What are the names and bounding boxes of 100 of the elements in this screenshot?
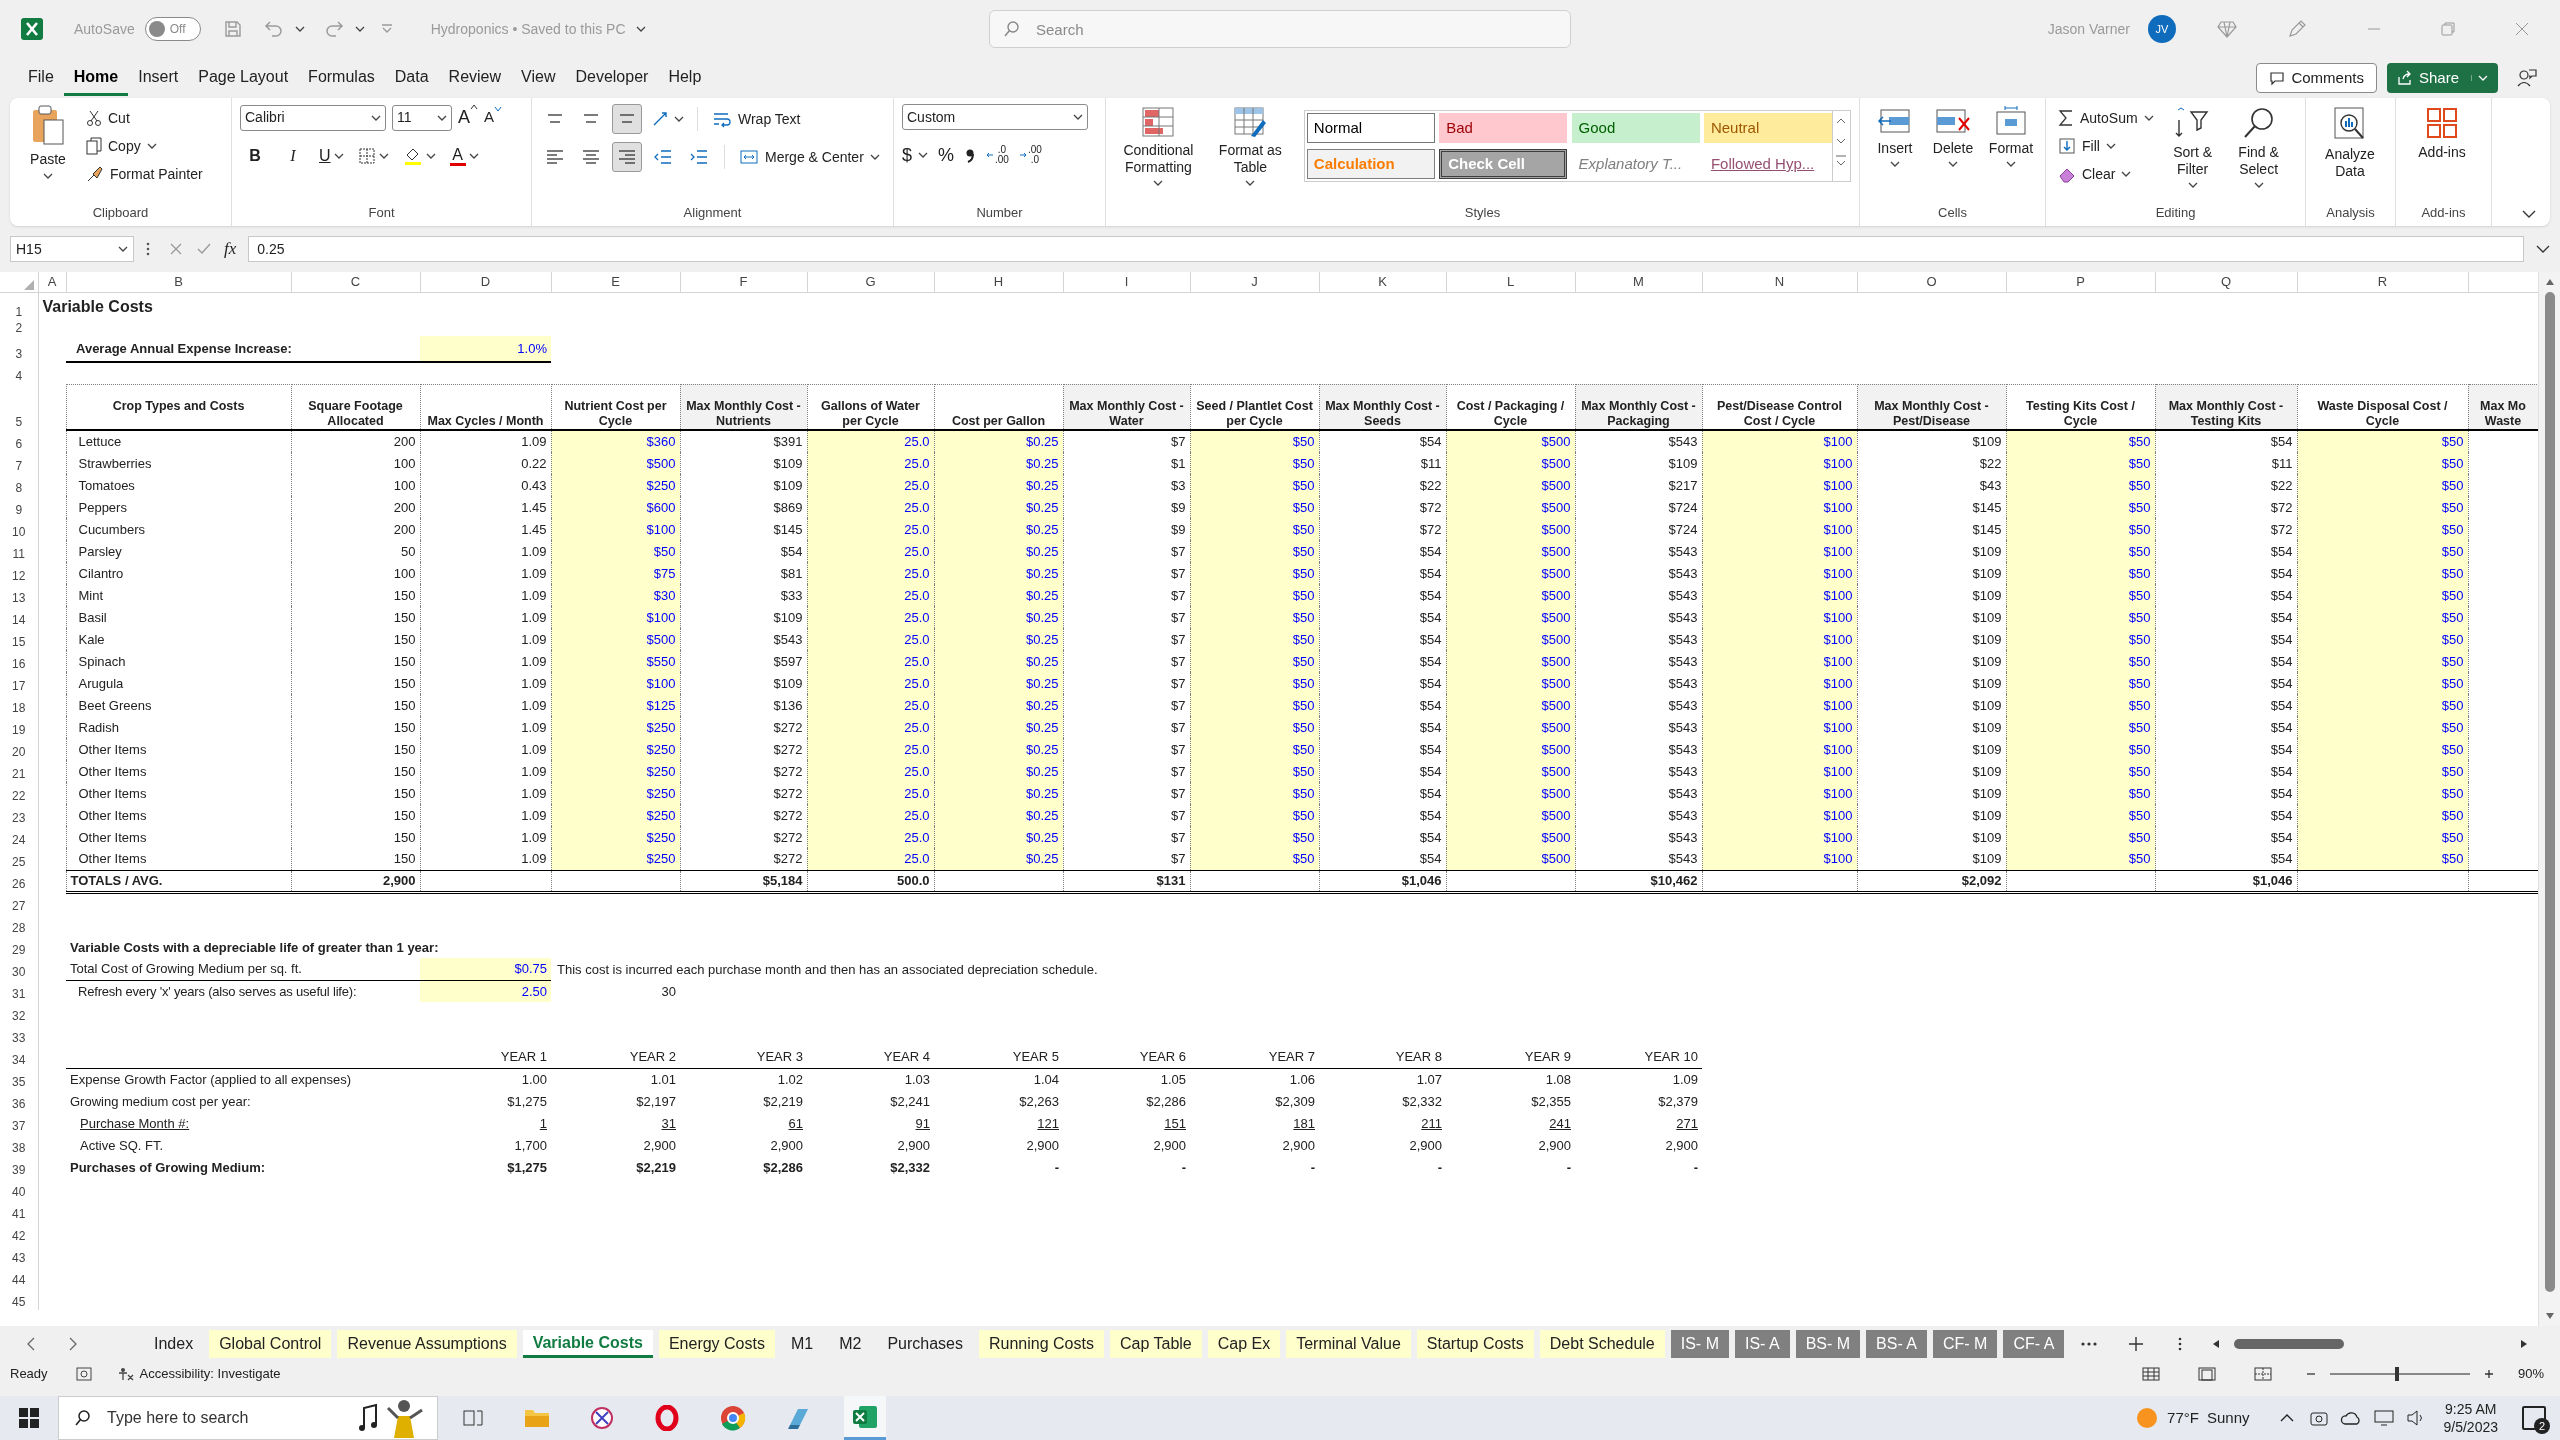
wrap-text-button[interactable]: Wrap Text — [708, 105, 805, 133]
clock[interactable]: 9:25 AM 9/5/2023 — [2443, 1400, 2498, 1436]
column-header[interactable]: I — [1063, 272, 1190, 292]
sheet-tab[interactable]: BS- A — [1866, 1330, 1927, 1358]
cell-style-swatch[interactable]: Neutral — [1703, 113, 1832, 143]
column-header[interactable]: K — [1319, 272, 1446, 292]
column-header[interactable]: M — [1575, 272, 1702, 292]
horizontal-scroll-thumb[interactable] — [2234, 1339, 2345, 1349]
column-header[interactable]: Q — [2155, 272, 2297, 292]
paste-button[interactable]: Paste — [18, 104, 78, 202]
ribbon-tab[interactable]: Page Layout — [188, 60, 299, 96]
ribbon-tab[interactable]: File — [18, 60, 64, 96]
show-hidden-icons-icon[interactable] — [2279, 1414, 2294, 1422]
cut-button[interactable]: Cut — [82, 104, 207, 132]
weather-temperature[interactable]: 77°F — [2167, 1406, 2199, 1430]
add-sheet-icon[interactable] — [2128, 1336, 2145, 1352]
sheet-tab[interactable]: CF- M — [1933, 1330, 1998, 1358]
sheet-tab[interactable]: CF- A — [2003, 1330, 2065, 1358]
column-header[interactable]: E — [551, 272, 680, 292]
bottom-align-button[interactable] — [612, 104, 642, 134]
ribbon-tab[interactable]: View — [511, 60, 566, 96]
ribbon-tab[interactable]: Help — [658, 60, 712, 96]
column-header[interactable]: H — [934, 272, 1063, 292]
decrease-decimal-button[interactable]: .00 .0 — [1018, 140, 1042, 170]
macro-recording-icon[interactable] — [75, 1367, 92, 1381]
ribbon-tab[interactable]: Insert — [128, 60, 189, 96]
user-avatar[interactable]: JV — [2148, 15, 2176, 43]
sheet-tab[interactable]: Variable Costs — [522, 1330, 653, 1358]
chrome-browser-icon[interactable] — [720, 1405, 746, 1431]
column-header[interactable]: N — [1702, 272, 1857, 292]
sheet-tab[interactable]: Terminal Value — [1286, 1330, 1411, 1358]
weather-condition[interactable]: Sunny — [2206, 1406, 2250, 1430]
excel-app-icon[interactable] — [852, 1403, 878, 1430]
analyze-data-button[interactable]: Analyze Data — [2314, 104, 2386, 202]
sheet-tab[interactable]: Startup Costs — [1416, 1330, 1534, 1358]
cell-style-swatch[interactable]: Bad — [1439, 113, 1568, 143]
accessibility-button[interactable]: Accessibility: Investigate — [117, 1364, 281, 1384]
font-name-dropdown[interactable]: Calibri — [240, 104, 386, 131]
column-header[interactable]: P — [2006, 272, 2155, 292]
clear-button[interactable]: Clear — [2054, 160, 2158, 188]
vertical-dots-icon[interactable] — [2178, 1336, 2183, 1352]
ribbon-tab[interactable]: Developer — [565, 60, 659, 96]
column-header[interactable]: D — [420, 272, 551, 292]
find-select-button[interactable]: Find & Select — [2227, 104, 2290, 202]
align-right-button[interactable] — [612, 142, 642, 172]
fill-button[interactable]: Fill — [2054, 132, 2158, 160]
scroll-down-arrow-icon[interactable] — [2544, 1312, 2555, 1320]
zoom-in-icon[interactable] — [2483, 1369, 2494, 1379]
cells-button[interactable]: Delete — [1926, 104, 1980, 202]
page-break-view-icon[interactable] — [2253, 1367, 2272, 1381]
zoom-slider-thumb[interactable] — [2395, 1367, 2400, 1381]
format-painter-button[interactable]: Format Painter — [82, 160, 207, 188]
insert-function-button[interactable]: fx — [224, 236, 237, 262]
sheet-tab[interactable]: Cap Ex — [1207, 1330, 1281, 1358]
font-size-dropdown[interactable]: 11 — [392, 104, 452, 131]
normal-view-icon[interactable] — [2141, 1367, 2160, 1381]
name-box[interactable]: H15 — [10, 236, 134, 262]
camera-icon[interactable] — [2309, 1410, 2328, 1426]
percent-button[interactable]: % — [938, 141, 955, 169]
underline-button[interactable]: U — [316, 141, 347, 171]
sheet-tab[interactable]: Energy Costs — [658, 1330, 775, 1358]
next-sheet-icon[interactable] — [68, 1337, 78, 1351]
ribbon-tab[interactable]: Data — [384, 60, 439, 96]
sheet-tab[interactable]: IS- M — [1670, 1330, 1729, 1358]
column-header[interactable]: A — [38, 272, 66, 292]
sheet-tab[interactable]: Running Costs — [979, 1330, 1104, 1358]
previous-sheet-icon[interactable] — [26, 1337, 36, 1351]
addins-button[interactable]: Add-ins — [2404, 104, 2480, 202]
taskbar-search-field[interactable]: Type here to search — [58, 1396, 438, 1440]
scroll-up-arrow-icon[interactable] — [2544, 278, 2555, 286]
cells-button[interactable]: Format — [1984, 104, 2038, 202]
more-sheets-icon[interactable] — [2080, 1341, 2099, 1347]
ribbon-tab[interactable]: Formulas — [298, 60, 385, 96]
merge-center-button[interactable]: Merge & Center — [735, 143, 884, 171]
column-header[interactable]: G — [807, 272, 934, 292]
zoom-level[interactable]: 90% — [2517, 1364, 2544, 1384]
monitor-icon[interactable] — [2373, 1410, 2394, 1426]
cells-button[interactable]: Insert — [1868, 104, 1922, 202]
sheet-tab[interactable]: Debt Schedule — [1539, 1330, 1665, 1358]
formula-input[interactable]: 0.25 — [248, 236, 2524, 262]
column-header[interactable]: B — [66, 272, 291, 292]
conditional-formatting-button[interactable]: Conditional Formatting — [1114, 104, 1203, 202]
ring-app-icon[interactable] — [654, 1405, 680, 1431]
bold-button[interactable]: B — [240, 141, 270, 171]
row-header[interactable]: 1 — [0, 292, 38, 320]
grow-font-button[interactable]: A — [458, 104, 478, 131]
task-view-icon[interactable] — [462, 1407, 484, 1429]
shrink-font-button[interactable]: A — [484, 106, 503, 129]
collapse-ribbon-icon[interactable] — [2522, 210, 2536, 218]
page-layout-view-icon[interactable] — [2197, 1367, 2216, 1381]
share-button[interactable]: Share — [2386, 63, 2498, 93]
autosave-toggle[interactable]: Off — [144, 17, 201, 41]
sheet-tab[interactable]: Global Control — [209, 1330, 332, 1358]
column-header[interactable]: R — [2297, 272, 2468, 292]
sheet-tab[interactable]: Cap Table — [1109, 1330, 1202, 1358]
copy-button[interactable]: Copy — [82, 132, 207, 160]
column-header[interactable]: O — [1857, 272, 2006, 292]
column-header[interactable]: C — [291, 272, 420, 292]
person-chat-icon[interactable] — [2516, 67, 2538, 89]
scroll-left-icon[interactable] — [2212, 1339, 2221, 1349]
